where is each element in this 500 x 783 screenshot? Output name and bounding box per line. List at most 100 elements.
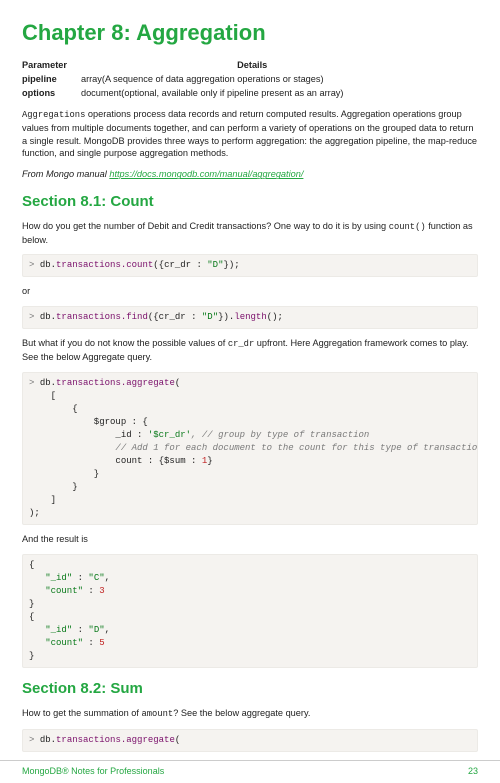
footer-page-number: 23 [468,765,478,778]
t: $group [29,417,132,427]
t [29,638,45,648]
t: 5 [99,638,104,648]
t: , [105,573,110,583]
t: db [40,378,51,388]
th-details: Details [81,59,358,73]
t: , // group by type of transaction [191,430,369,440]
t: cr_dr [164,260,191,270]
parameter-table: Parameter Details pipeline array(A seque… [22,59,357,101]
table-row: options document(optional, available onl… [22,87,357,101]
manual-label: From Mongo manual [22,169,109,179]
t: { [29,612,34,622]
section-8-2-title: Section 8.2: Sum [22,678,478,699]
manual-line: From Mongo manual https://docs.mongodb.c… [22,168,478,181]
or-text: or [22,285,478,298]
t: cr_dr [159,312,186,322]
t: > [29,735,40,745]
t: db [40,312,51,322]
manual-link[interactable]: https://docs.mongodb.com/manual/aggregat… [109,169,303,179]
t: }) [218,312,229,322]
code-inline: cr_dr [228,339,254,349]
code-inline: amount [142,709,174,719]
t: ( [175,378,180,388]
code-block-1: > db.transactions.count({cr_dr : "D"}); [22,254,478,277]
page-content: Chapter 8: Aggregation Parameter Details… [0,0,500,752]
t: } [29,469,99,479]
t: length [234,312,266,322]
t: ( [175,735,180,745]
t: transactions.aggregate [56,735,175,745]
t: "D" [202,312,218,322]
t: : [72,573,88,583]
t: ({ [153,260,164,270]
t: "C" [88,573,104,583]
t: }); [223,260,239,270]
text: How to get the summation of [22,708,142,718]
param-name: options [22,87,81,101]
t: } [207,456,212,466]
param-desc: document(optional, available only if pip… [81,87,358,101]
t: $sum [164,456,191,466]
t: ] [29,495,56,505]
t: : [137,430,148,440]
t [29,573,45,583]
code-inline: Aggregations [22,110,85,120]
t: _id [29,430,137,440]
page-footer: MongoDB® Notes for Professionals 23 [0,760,500,783]
param-name: pipeline [22,73,81,87]
t: { [29,560,34,570]
code-block-4: { "_id" : "C", "count" : 3 } { "_id" : "… [22,554,478,668]
t: ); [29,508,40,518]
code-block-3: > db.transactions.aggregate( [ { $group … [22,372,478,526]
intro-text: operations process data records and retu… [22,109,477,158]
t: : { [132,417,148,427]
t: , [105,625,110,635]
footer-left: MongoDB® Notes for Professionals [22,765,164,778]
code-block-2: > db.transactions.find({cr_dr : "D"}).le… [22,306,478,329]
t: '$cr_dr' [148,430,191,440]
t: : [191,456,202,466]
t: 3 [99,586,104,596]
t: // Add 1 for each document to the count … [29,443,478,453]
text: ? See the below aggregate query. [173,708,310,718]
code-inline: count() [389,222,426,232]
t: transactions.count [56,260,153,270]
prompt: > [29,260,40,270]
t: transactions.find [56,312,148,322]
t: { [29,404,78,414]
s82-p1: How to get the summation of amount? See … [22,707,478,720]
t: } [29,599,34,609]
th-parameter: Parameter [22,59,81,73]
text: How do you get the number of Debit and C… [22,221,389,231]
t: : [83,638,99,648]
t: db [40,735,51,745]
t: : [72,625,88,635]
section-8-1-title: Section 8.1: Count [22,191,478,212]
t: [ [29,391,56,401]
t: : [186,312,202,322]
s81-p1: How do you get the number of Debit and C… [22,220,478,246]
t: db [40,260,51,270]
table-row: pipeline array(A sequence of data aggreg… [22,73,357,87]
t: } [29,651,34,661]
t: : { [148,456,164,466]
t: : [83,586,99,596]
t: "D" [207,260,223,270]
intro-paragraph: Aggregations operations process data rec… [22,108,478,160]
t: "_id" [45,625,72,635]
s81-p2: But what if you do not know the possible… [22,337,478,363]
code-block-5: > db.transactions.aggregate( [22,729,478,752]
chapter-title: Chapter 8: Aggregation [22,18,478,49]
t: "count" [45,638,83,648]
param-desc: array(A sequence of data aggregation ope… [81,73,358,87]
t: transactions.aggregate [56,378,175,388]
t [29,586,45,596]
text: But what if you do not know the possible… [22,338,228,348]
text: count() [389,222,426,232]
t [29,625,45,635]
prompt: > [29,312,40,322]
t: ({ [148,312,159,322]
t: > [29,378,40,388]
t: "D" [88,625,104,635]
t: } [29,482,78,492]
